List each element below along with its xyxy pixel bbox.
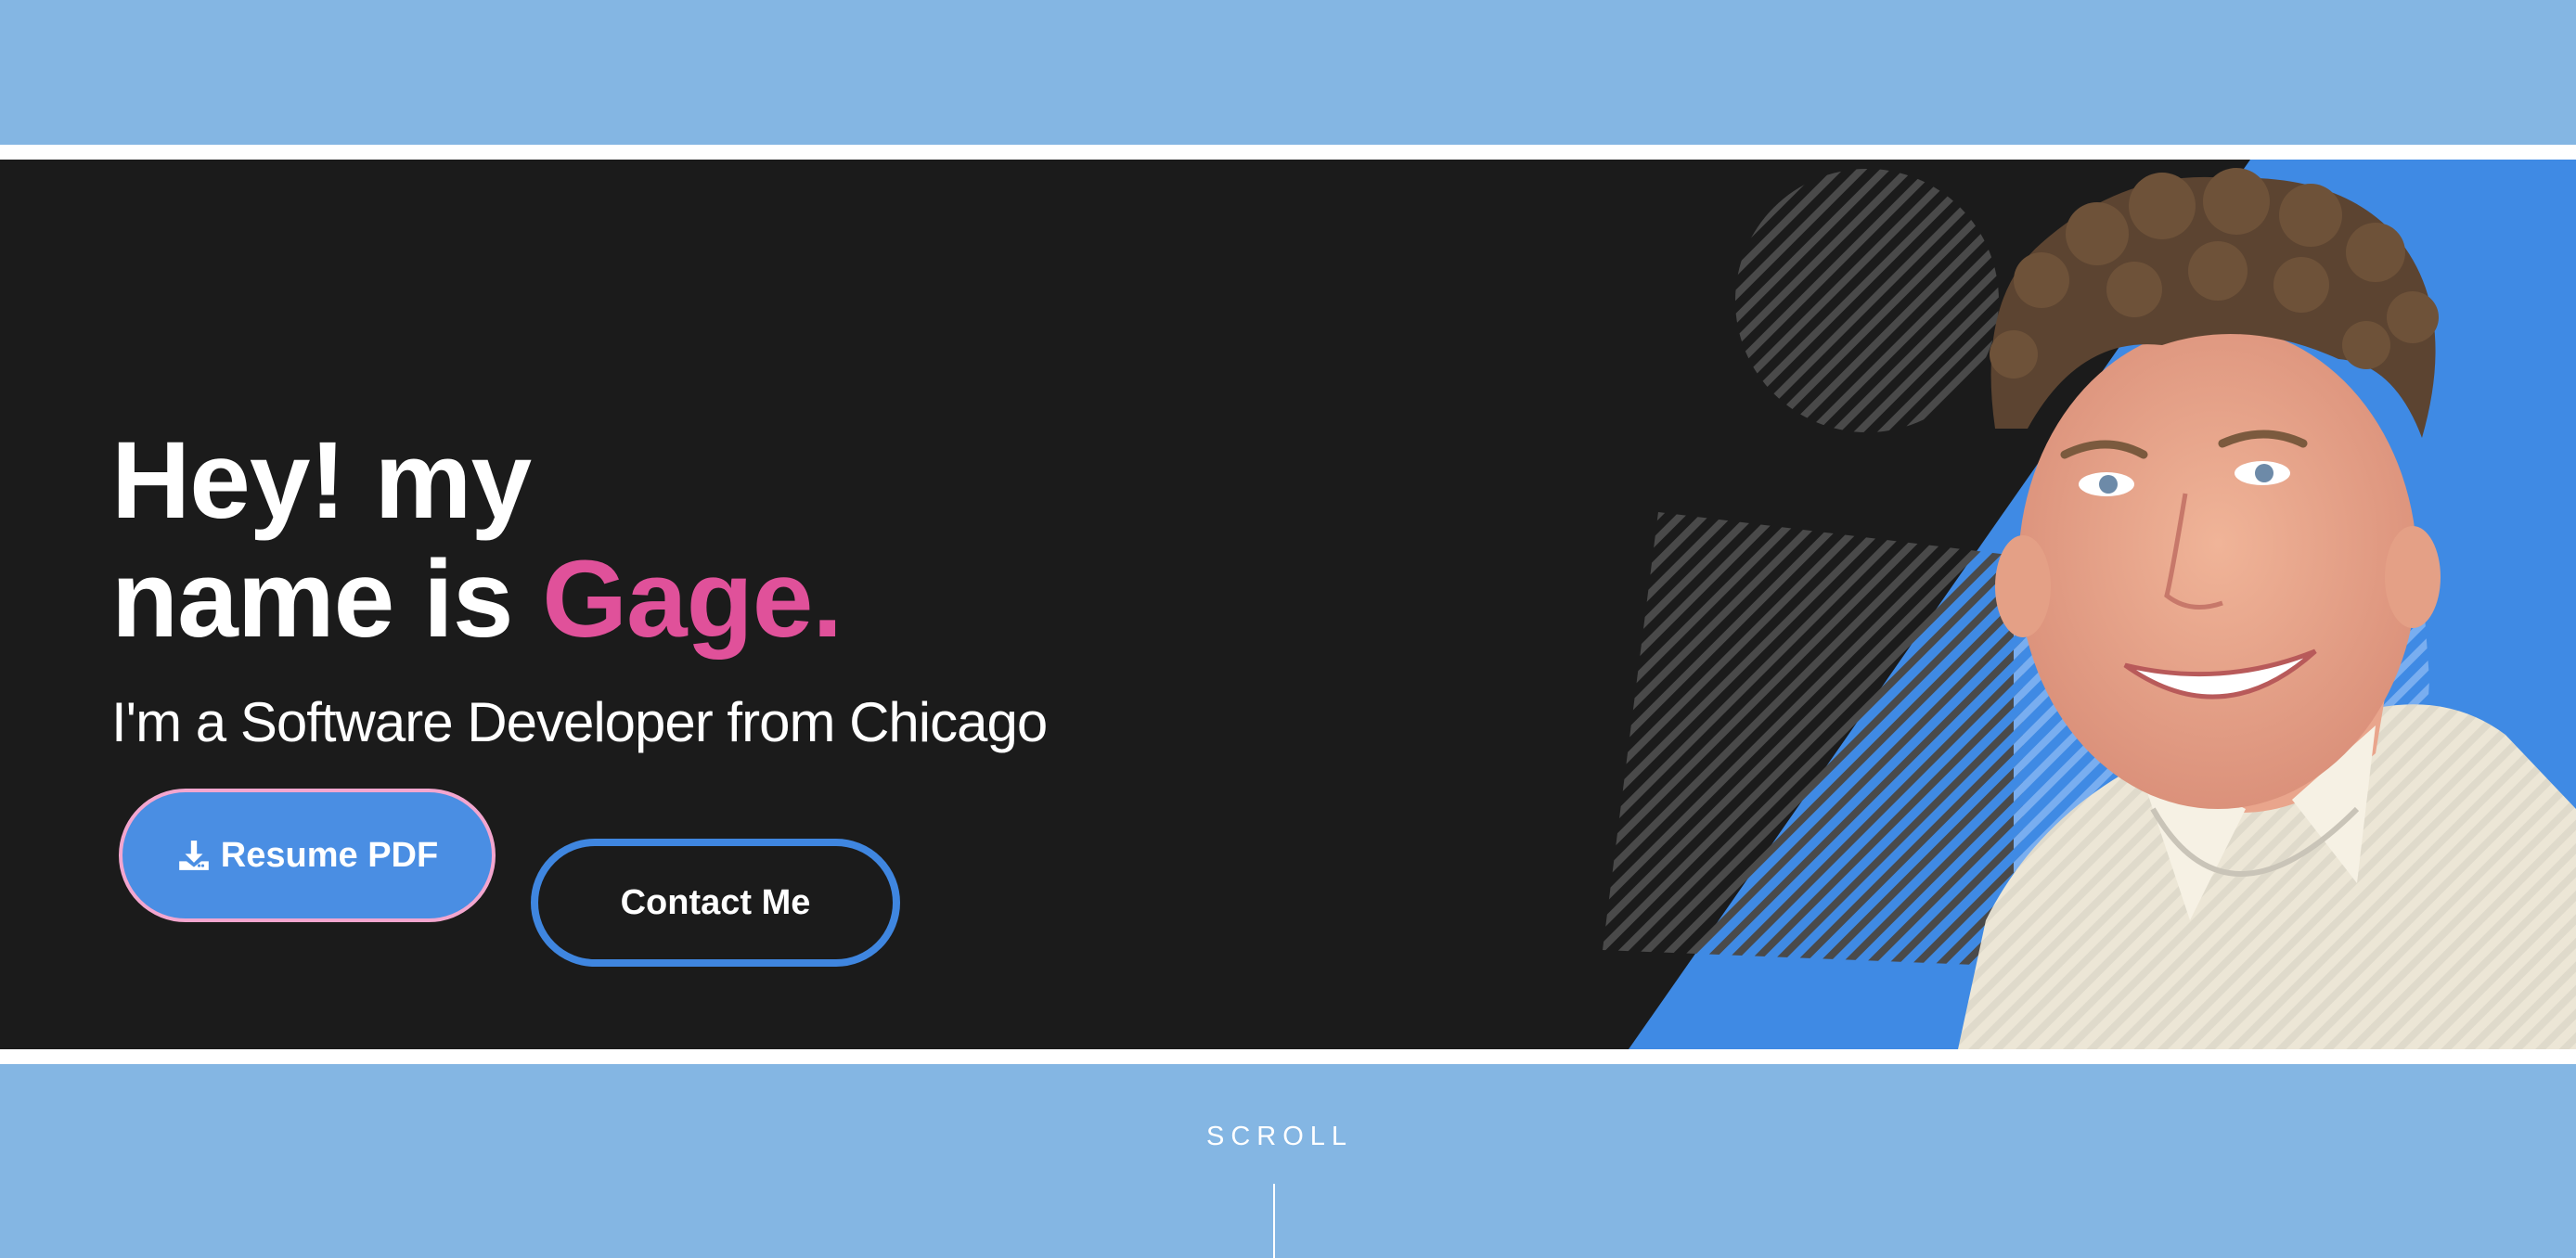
resume-pdf-label: Resume PDF — [220, 835, 439, 875]
scroll-indicator-line — [1273, 1184, 1275, 1258]
download-icon — [178, 841, 209, 870]
hero-headline: Hey! my name is Gage. — [111, 419, 843, 661]
hero-section: Hey! my name is Gage. I'm a Software Dev… — [0, 160, 2576, 1049]
contact-me-label: Contact Me — [620, 882, 811, 922]
striped-circle-decoration — [1735, 169, 1999, 432]
top-band — [0, 0, 2576, 145]
contact-me-button[interactable]: Contact Me — [531, 839, 900, 967]
striped-grey-block-decoration — [1603, 512, 2023, 967]
greeting-line-2: name is — [111, 538, 513, 661]
hero-subtitle: I'm a Software Developer from Chicago — [111, 691, 1048, 753]
name-highlight: Gage. — [542, 538, 843, 661]
divider-top — [0, 145, 2576, 160]
scroll-indicator-label[interactable]: SCROLL — [1206, 1122, 1346, 1152]
greeting-line-1: Hey! my — [111, 419, 532, 542]
resume-pdf-button[interactable]: Resume PDF — [119, 789, 496, 922]
divider-bottom — [0, 1049, 2576, 1064]
